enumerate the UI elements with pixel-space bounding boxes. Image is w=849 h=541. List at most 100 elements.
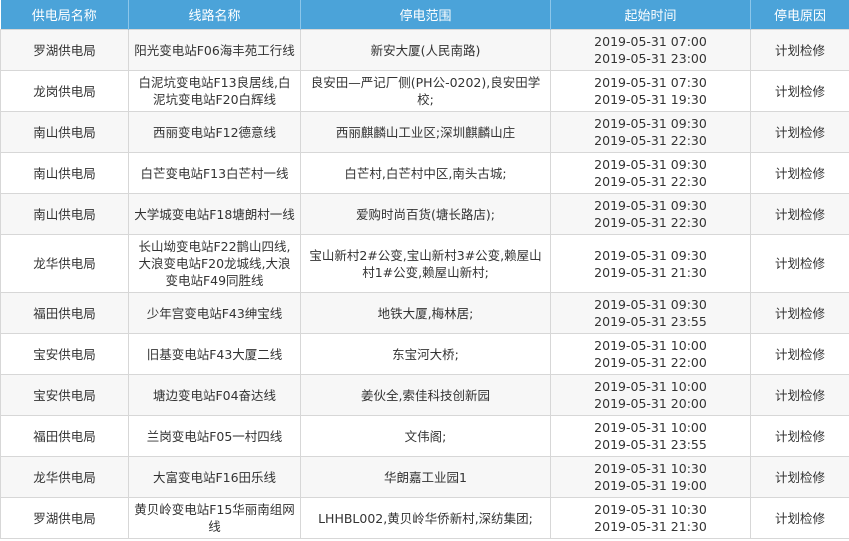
cell-line: 少年宫变电站F43绅宝线 xyxy=(128,292,301,334)
cell-line: 塘边变电站F04奋达线 xyxy=(128,374,301,416)
table-row: 龙岗供电局 白泥坑变电站F13良居线,白泥坑变电站F20白辉线 良安田—严记厂侧(P… xyxy=(0,70,849,112)
start-time: 2019-05-31 10:00 xyxy=(594,338,707,353)
table-row: 宝安供电局 塘边变电站F04奋达线 姜伙全,索佳科技创新园 2019-05-31 10… xyxy=(0,374,849,416)
table-row: 南山供电局 西丽变电站F12德意线 西丽麒麟山工业区;深圳麒麟山庄 2019-05-3… xyxy=(0,111,849,153)
start-time: 2019-05-31 09:30 xyxy=(594,247,707,263)
end-time: 2019-05-31 23:55 xyxy=(594,314,707,329)
table-row: 宝安供电局 旧基变电站F43大厦二线 东宝河大桥; 2019-05-31 10:00 2… xyxy=(0,333,849,375)
cell-scope: 白芒村,白芒村中区,南头古城; xyxy=(300,152,551,194)
cell-bureau: 南山供电局 xyxy=(0,152,129,194)
table-row: 罗湖供电局 阳光变电站F06海丰苑工行线 新安大厦(人民南路) 2019-05-31 … xyxy=(0,29,849,71)
cell-line: 阳光变电站F06海丰苑工行线 xyxy=(128,29,301,71)
end-time: 2019-05-31 21:30 xyxy=(594,519,707,534)
cell-reason: 计划检修 xyxy=(750,497,849,539)
cell-time: 2019-05-31 09:30 2019-05-31 22:30 xyxy=(550,111,751,153)
cell-bureau: 福田供电局 xyxy=(0,415,129,457)
end-time: 2019-05-31 21:30 xyxy=(594,264,707,280)
cell-bureau: 南山供电局 xyxy=(0,193,129,235)
cell-bureau: 南山供电局 xyxy=(0,111,129,153)
cell-scope: 文伟阁; xyxy=(300,415,551,457)
cell-scope: 新安大厦(人民南路) xyxy=(300,29,551,71)
end-time: 2019-05-31 23:55 xyxy=(594,437,707,452)
header-bureau: 供电局名称 xyxy=(0,0,129,30)
header-row: 供电局名称 线路名称 停电范围 起始时间 停电原因 xyxy=(0,0,849,30)
table-row: 福田供电局 少年宫变电站F43绅宝线 地铁大厦,梅林居; 2019-05-31 09:… xyxy=(0,292,849,334)
cell-reason: 计划检修 xyxy=(750,374,849,416)
end-time: 2019-05-31 20:00 xyxy=(594,396,707,411)
cell-line: 西丽变电站F12德意线 xyxy=(128,111,301,153)
start-time: 2019-05-31 07:30 xyxy=(594,75,707,90)
cell-scope: 西丽麒麟山工业区;深圳麒麟山庄 xyxy=(300,111,551,153)
start-time: 2019-05-31 07:00 xyxy=(594,34,707,49)
cell-bureau: 罗湖供电局 xyxy=(0,29,129,71)
cell-reason: 计划检修 xyxy=(750,111,849,153)
cell-reason: 计划检修 xyxy=(750,193,849,235)
table-header: 供电局名称 线路名称 停电范围 起始时间 停电原因 xyxy=(0,0,849,30)
cell-time: 2019-05-31 10:00 2019-05-31 22:00 xyxy=(550,333,751,375)
table-row: 龙华供电局 长山坳变电站F22鹊山四线,大浪变电站F20龙城线,大浪变电站F49同… xyxy=(0,234,849,293)
table-row: 福田供电局 兰岗变电站F05一村四线 文伟阁; 2019-05-31 10:00 201… xyxy=(0,415,849,457)
end-time: 2019-05-31 19:30 xyxy=(594,92,707,107)
cell-reason: 计划检修 xyxy=(750,234,849,293)
cell-time: 2019-05-31 07:00 2019-05-31 23:00 xyxy=(550,29,751,71)
cell-bureau: 宝安供电局 xyxy=(0,374,129,416)
end-time: 2019-05-31 19:00 xyxy=(594,478,707,493)
header-start-time: 起始时间 xyxy=(550,0,751,30)
cell-reason: 计划检修 xyxy=(750,333,849,375)
table-row: 南山供电局 大学城变电站F18塘朗村一线 爱购时尚百货(塘长路店); 2019-05-… xyxy=(0,193,849,235)
cell-line: 大学城变电站F18塘朗村一线 xyxy=(128,193,301,235)
cell-scope: 地铁大厦,梅林居; xyxy=(300,292,551,334)
cell-reason: 计划检修 xyxy=(750,292,849,334)
cell-reason: 计划检修 xyxy=(750,456,849,498)
header-scope: 停电范围 xyxy=(300,0,551,30)
end-time: 2019-05-31 22:30 xyxy=(594,133,707,148)
cell-time: 2019-05-31 10:00 2019-05-31 20:00 xyxy=(550,374,751,416)
cell-time: 2019-05-31 10:00 2019-05-31 23:55 xyxy=(550,415,751,457)
cell-line: 旧基变电站F43大厦二线 xyxy=(128,333,301,375)
start-time: 2019-05-31 10:30 xyxy=(594,461,707,476)
cell-time: 2019-05-31 09:30 2019-05-31 22:30 xyxy=(550,193,751,235)
cell-scope: 爱购时尚百货(塘长路店); xyxy=(300,193,551,235)
cell-scope: 华朗嘉工业园1 xyxy=(300,456,551,498)
cell-time: 2019-05-31 09:30 2019-05-31 22:30 xyxy=(550,152,751,194)
start-time: 2019-05-31 10:00 xyxy=(594,420,707,435)
table-row: 南山供电局 白芒变电站F13白芒村一线 白芒村,白芒村中区,南头古城; 2019-05… xyxy=(0,152,849,194)
cell-bureau: 宝安供电局 xyxy=(0,333,129,375)
table-body: 罗湖供电局 阳光变电站F06海丰苑工行线 新安大厦(人民南路) 2019-05-31 … xyxy=(0,29,849,539)
start-time: 2019-05-31 09:30 xyxy=(594,198,707,213)
start-time: 2019-05-31 09:30 xyxy=(594,157,707,172)
cell-scope: 良安田—严记厂侧(PH公-0202),良安田学校; xyxy=(300,70,551,112)
table-row: 龙华供电局 大富变电站F16田乐线 华朗嘉工业园1 2019-05-31 10:30 2… xyxy=(0,456,849,498)
end-time: 2019-05-31 22:30 xyxy=(594,215,707,230)
cell-time: 2019-05-31 10:30 2019-05-31 19:00 xyxy=(550,456,751,498)
cell-reason: 计划检修 xyxy=(750,70,849,112)
start-time: 2019-05-31 10:00 xyxy=(594,379,707,394)
cell-reason: 计划检修 xyxy=(750,415,849,457)
cell-scope: 姜伙全,索佳科技创新园 xyxy=(300,374,551,416)
start-time: 2019-05-31 09:30 xyxy=(594,297,707,312)
cell-time: 2019-05-31 09:30 2019-05-31 23:55 xyxy=(550,292,751,334)
cell-line: 白芒变电站F13白芒村一线 xyxy=(128,152,301,194)
cell-line: 长山坳变电站F22鹊山四线,大浪变电站F20龙城线,大浪变电站F49同胜线 xyxy=(128,234,301,293)
cell-bureau: 龙华供电局 xyxy=(0,456,129,498)
end-time: 2019-05-31 23:00 xyxy=(594,51,707,66)
cell-reason: 计划检修 xyxy=(750,152,849,194)
cell-reason: 计划检修 xyxy=(750,29,849,71)
cell-line: 白泥坑变电站F13良居线,白泥坑变电站F20白辉线 xyxy=(128,70,301,112)
cell-bureau: 罗湖供电局 xyxy=(0,497,129,539)
cell-scope: 东宝河大桥; xyxy=(300,333,551,375)
cell-time: 2019-05-31 09:30 2019-05-31 21:30 xyxy=(550,234,751,293)
end-time: 2019-05-31 22:00 xyxy=(594,355,707,370)
cell-line: 黄贝岭变电站F15华丽南组网线 xyxy=(128,497,301,539)
cell-time: 2019-05-31 07:30 2019-05-31 19:30 xyxy=(550,70,751,112)
header-reason: 停电原因 xyxy=(750,0,849,30)
cell-time: 2019-05-31 10:30 2019-05-31 21:30 xyxy=(550,497,751,539)
outage-table: 供电局名称 线路名称 停电范围 起始时间 停电原因 罗湖供电局 阳光变电站F06海… xyxy=(0,0,849,539)
cell-line: 兰岗变电站F05一村四线 xyxy=(128,415,301,457)
cell-bureau: 福田供电局 xyxy=(0,292,129,334)
cell-scope: 宝山新村2#公变,宝山新村3#公变,赖屋山村1#公变,赖屋山新村; xyxy=(300,234,551,293)
table-row: 罗湖供电局 黄贝岭变电站F15华丽南组网线 LHHBL002,黄贝岭华侨新村,深纺集… xyxy=(0,497,849,539)
cell-bureau: 龙岗供电局 xyxy=(0,70,129,112)
end-time: 2019-05-31 22:30 xyxy=(594,174,707,189)
start-time: 2019-05-31 09:30 xyxy=(594,116,707,131)
